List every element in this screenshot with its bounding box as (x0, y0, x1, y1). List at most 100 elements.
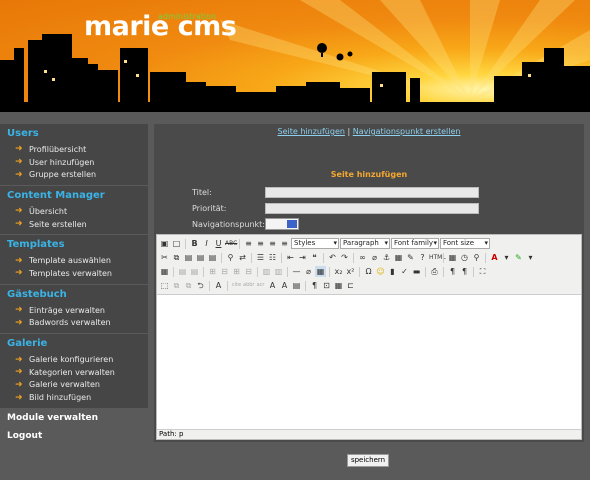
highlight-color-icon[interactable]: ✎ (513, 252, 524, 263)
anchor-icon[interactable]: ⚓ (381, 252, 392, 263)
navigation-select[interactable] (265, 218, 299, 230)
ltr-icon[interactable]: ¶ (447, 266, 458, 277)
special-char-icon[interactable]: Ω (363, 266, 374, 277)
insert-date-icon[interactable]: ▦ (447, 252, 458, 263)
nonbreaking-icon[interactable]: ⊡ (321, 280, 332, 291)
ins-icon[interactable]: A (279, 280, 290, 291)
numbered-list-icon[interactable]: ☷ (267, 252, 278, 263)
image-icon[interactable]: ▦ (393, 252, 404, 263)
sidebar-item-galerie-konfigurieren[interactable]: ➜ Galerie konfigurieren (0, 353, 148, 366)
replace-icon[interactable]: ⇄ (237, 252, 248, 263)
styles-dropdown[interactable]: Styles (291, 238, 339, 249)
save-icon[interactable]: ▣ (159, 238, 170, 249)
font-family-dropdown[interactable]: Font family (391, 238, 439, 249)
align-right-icon[interactable]: ≡ (267, 238, 278, 249)
new-document-icon[interactable]: □ (171, 238, 182, 249)
redo-icon[interactable]: ↷ (339, 252, 350, 263)
bold-icon[interactable]: B (189, 238, 200, 249)
find-icon[interactable]: ⚲ (225, 252, 236, 263)
sidebar-item-templates-verwalten[interactable]: ➜ Templates verwalten (0, 267, 148, 280)
cleanup-icon[interactable]: ✎ (405, 252, 416, 263)
remove-format-icon[interactable]: ⌀ (303, 266, 314, 277)
arrow-right-icon: ➜ (15, 255, 23, 266)
sidebar-item-gruppe-erstellen[interactable]: ➜ Gruppe erstellen (0, 168, 148, 181)
link-seite-hinzufuegen[interactable]: Seite hinzufügen (278, 127, 345, 136)
sidebar-section-title[interactable]: Gästebuch (0, 287, 148, 304)
sidebar-section-title[interactable]: Galerie (0, 336, 148, 353)
fullscreen-icon[interactable]: ⛶ (477, 266, 488, 277)
attribs-icon[interactable]: ▤ (291, 280, 302, 291)
logout-link[interactable]: Logout (0, 427, 148, 445)
chevron-down-icon[interactable]: ▾ (501, 252, 512, 263)
style-props-icon[interactable]: A (213, 280, 224, 291)
sidebar-item-user-hinzufuegen[interactable]: ➜ User hinzufügen (0, 156, 148, 169)
absolute-icon[interactable]: ⮌ (195, 280, 206, 291)
emoticon-icon[interactable]: ☺ (375, 266, 386, 277)
align-justify-icon[interactable]: ≡ (279, 238, 290, 249)
visual-chars-icon[interactable]: ¶ (309, 280, 320, 291)
blockquote-icon[interactable]: ❝ (309, 252, 320, 263)
underline-icon[interactable]: U (213, 238, 224, 249)
italic-icon[interactable]: I (201, 238, 212, 249)
sidebar-item-bild-hinzufuegen[interactable]: ➜ Bild hinzufügen (0, 391, 148, 404)
visual-aid-icon[interactable]: ▦ (315, 266, 326, 277)
arrow-right-icon: ➜ (15, 206, 23, 217)
media-icon[interactable]: ▮ (387, 266, 398, 277)
html-source-icon[interactable]: HTML (429, 252, 446, 263)
sidebar-item-uebersicht[interactable]: ➜ Übersicht (0, 205, 148, 218)
editor-content-area[interactable] (157, 295, 581, 429)
sidebar-item-eintraege-verwalten[interactable]: ➜ Einträge verwalten (0, 304, 148, 317)
sidebar-section-title[interactable]: Users (0, 126, 148, 143)
chevron-down-icon[interactable]: ▾ (525, 252, 536, 263)
cut-icon[interactable]: ✂ (159, 252, 170, 263)
sidebar-item-galerie-verwalten[interactable]: ➜ Galerie verwalten (0, 379, 148, 392)
sidebar-item-kategorien-verwalten[interactable]: ➜ Kategorien verwalten (0, 366, 148, 379)
priority-input[interactable] (265, 203, 479, 214)
paragraph-dropdown[interactable]: Paragraph (340, 238, 390, 249)
save-button[interactable]: speichern (347, 454, 389, 467)
undo-icon[interactable]: ↶ (327, 252, 338, 263)
sidebar-item-module-verwalten[interactable]: Module verwalten (0, 409, 148, 427)
table-icon[interactable]: ▦ (159, 266, 170, 277)
sidebar-section-title[interactable]: Content Manager (0, 188, 148, 205)
unlink-icon[interactable]: ⌀ (369, 252, 380, 263)
merge-cells-icon: ▥ (274, 267, 283, 276)
align-left-icon[interactable]: ≡ (243, 238, 254, 249)
align-center-icon[interactable]: ≡ (255, 238, 266, 249)
sidebar-item-seite-erstellen[interactable]: ➜ Seite erstellen (0, 218, 148, 231)
horizontal-rule-icon[interactable]: — (291, 266, 302, 277)
insert-layer-icon[interactable]: ⬚ (159, 280, 170, 291)
toolbar-separator (485, 252, 486, 263)
rtl-icon[interactable]: ¶ (459, 266, 470, 277)
sidebar-item-template-auswaehlen[interactable]: ➜ Template auswählen (0, 254, 148, 267)
link-icon[interactable]: ∞ (357, 252, 368, 263)
outdent-icon[interactable]: ⇤ (285, 252, 296, 263)
sidebar-section-title[interactable]: Templates (0, 237, 148, 254)
superscript-icon[interactable]: x² (345, 266, 356, 277)
indent-icon[interactable]: ⇥ (297, 252, 308, 263)
strikethrough-icon[interactable]: ABC (225, 238, 237, 249)
title-input[interactable] (265, 187, 479, 198)
text-color-icon[interactable]: A (489, 252, 500, 263)
sidebar-item-label: Galerie konfigurieren (29, 355, 114, 365)
paste-word-icon[interactable]: ▤ (207, 252, 218, 263)
advhr-icon[interactable]: ▬ (411, 266, 422, 277)
copy-icon[interactable]: ⧉ (171, 252, 182, 263)
sidebar-item-profiluebersicht[interactable]: ➜ Profilübersicht (0, 143, 148, 156)
insert-time-icon[interactable]: ◷ (459, 252, 470, 263)
subscript-icon[interactable]: x₂ (333, 266, 344, 277)
paste-text-icon[interactable]: ▤ (195, 252, 206, 263)
help-icon[interactable]: ? (417, 252, 428, 263)
sidebar-item-badwords-verwalten[interactable]: ➜ Badwords verwalten (0, 317, 148, 330)
link-navigationspunkt-erstellen[interactable]: Navigationspunkt erstellen (353, 127, 461, 136)
preview-icon[interactable]: ⚲ (471, 252, 482, 263)
del-icon[interactable]: A (267, 280, 278, 291)
bullet-list-icon[interactable]: ☰ (255, 252, 266, 263)
move-backward-icon: ⧉ (185, 281, 192, 290)
print-icon[interactable]: ⎙ (429, 266, 440, 277)
pagebreak-icon[interactable]: ⊏ (345, 280, 356, 291)
iespell-icon[interactable]: ✓ (399, 266, 410, 277)
template-icon[interactable]: ▦ (333, 280, 344, 291)
font-size-dropdown[interactable]: Font size (440, 238, 490, 249)
paste-icon[interactable]: ▤ (183, 252, 194, 263)
